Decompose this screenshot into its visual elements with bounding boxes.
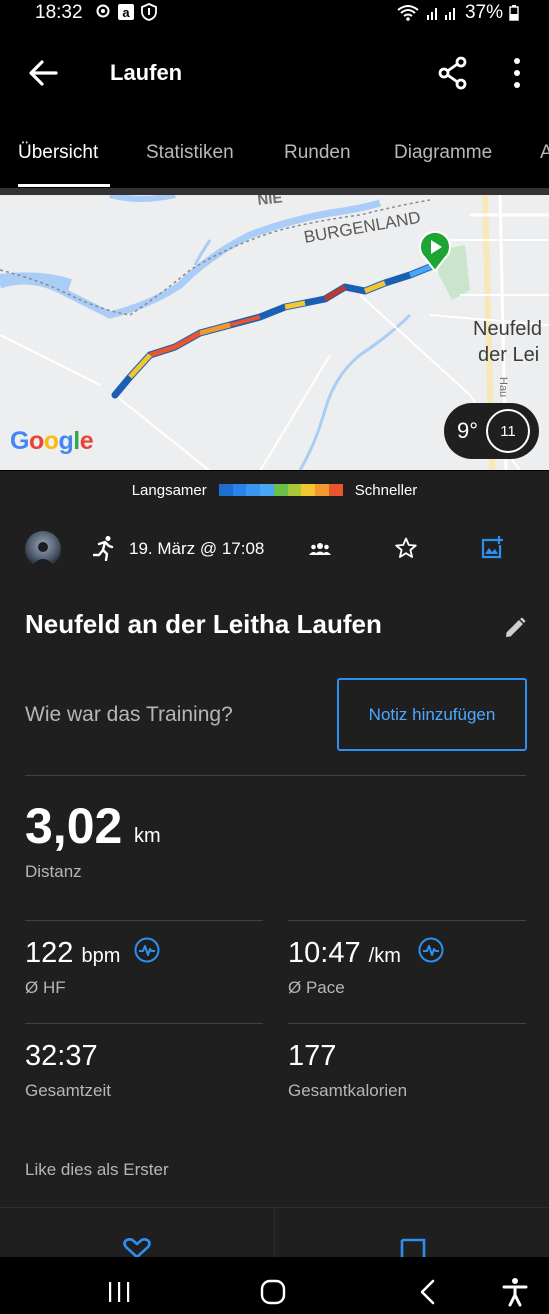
divider bbox=[25, 920, 263, 921]
pace-color-segment bbox=[218, 484, 233, 496]
activity-name: Neufeld an der Leitha Laufen bbox=[25, 609, 382, 639]
like-heart-icon[interactable] bbox=[123, 1238, 151, 1258]
calories-value: 177 bbox=[288, 1040, 337, 1072]
activity-details: 19. März @ 17:08 Neufeld an der Leitha L… bbox=[0, 509, 549, 1258]
system-nav-bar bbox=[0, 1257, 549, 1314]
heart-rate-value: 122 bbox=[25, 937, 74, 969]
pace-color-segment bbox=[260, 484, 274, 496]
avatar[interactable] bbox=[25, 531, 61, 567]
nav-back-icon[interactable] bbox=[418, 1279, 438, 1305]
map-label-street: Hau bbox=[497, 377, 509, 397]
battery-percent: 37% bbox=[464, 2, 503, 23]
amazon-app-icon: a bbox=[118, 4, 134, 20]
distance-value: 3,02 bbox=[25, 798, 123, 854]
add-note-button[interactable]: Notiz hinzufügen bbox=[337, 678, 527, 751]
training-feedback-question: Wie war das Training? bbox=[25, 703, 233, 726]
tab-laps[interactable]: Runden bbox=[284, 142, 351, 164]
tab-charts[interactable]: Diagramme bbox=[394, 142, 492, 164]
share-icon[interactable] bbox=[437, 56, 469, 90]
total-time-value: 32:37 bbox=[25, 1040, 98, 1072]
calories-label: Gesamtkalorien bbox=[288, 1081, 408, 1100]
accessibility-icon[interactable] bbox=[502, 1277, 528, 1307]
app-bar: Laufen bbox=[0, 28, 549, 120]
route-map[interactable]: NIE BURGENLAND Neufeld der Lei Hau Googl… bbox=[0, 190, 549, 470]
pace-color-segment bbox=[315, 484, 329, 496]
total-time-label: Gesamtzeit bbox=[25, 1081, 111, 1100]
pace-color-segment bbox=[246, 484, 261, 496]
distance-label: Distanz bbox=[25, 862, 82, 881]
add-photo-icon[interactable] bbox=[481, 535, 503, 559]
pace-unit: /km bbox=[368, 945, 401, 967]
avatar-silhouette-icon bbox=[31, 542, 55, 567]
pace-color-segment bbox=[232, 484, 247, 496]
heart-rate-label: Ø HF bbox=[25, 978, 66, 997]
wind-speed: 11 bbox=[500, 422, 516, 440]
running-icon bbox=[93, 536, 114, 561]
pace-chart-icon[interactable] bbox=[418, 937, 444, 963]
wifi-icon bbox=[397, 5, 419, 21]
status-time: 18:32 bbox=[35, 2, 83, 23]
map-label-town-line2: der Lei bbox=[478, 344, 539, 366]
home-icon[interactable] bbox=[260, 1279, 286, 1305]
comment-icon[interactable] bbox=[400, 1238, 426, 1258]
google-logo: Google bbox=[10, 427, 94, 455]
favorite-star-icon[interactable] bbox=[395, 537, 417, 559]
pace-color-segment bbox=[273, 484, 288, 496]
tab-overview[interactable]: Übersicht bbox=[18, 142, 98, 164]
start-pin-icon bbox=[419, 230, 451, 272]
wind-indicator: 11 bbox=[486, 409, 530, 453]
temperature-value: 9° bbox=[457, 418, 479, 443]
status-notification-icons: a bbox=[95, 3, 157, 21]
settings-gear-icon bbox=[96, 4, 110, 18]
heart-rate-chart-icon[interactable] bbox=[134, 937, 160, 963]
more-vertical-icon[interactable] bbox=[508, 56, 526, 90]
pace-color-scale bbox=[218, 484, 343, 496]
battery-icon bbox=[509, 5, 519, 21]
pace-color-segment bbox=[287, 484, 302, 496]
divider bbox=[25, 1023, 263, 1024]
security-shield-icon bbox=[141, 3, 157, 21]
heart-rate-stat: 122 bpm bbox=[25, 937, 120, 970]
signal-icon bbox=[426, 8, 455, 20]
legend-faster-label: Schneller bbox=[354, 481, 418, 499]
pace-color-segment bbox=[301, 484, 316, 496]
heart-rate-unit: bpm bbox=[81, 945, 121, 967]
edit-pencil-icon[interactable] bbox=[504, 617, 526, 639]
weather-badge[interactable]: 9° 11 bbox=[444, 403, 539, 459]
active-tab-indicator bbox=[18, 184, 110, 187]
tab-statistics[interactable]: Statistiken bbox=[146, 142, 234, 164]
tab-bar: Übersicht Statistiken Runden Diagramme A bbox=[0, 120, 549, 190]
pace-color-segment bbox=[329, 484, 343, 496]
divider bbox=[288, 920, 526, 921]
back-arrow-icon[interactable] bbox=[26, 58, 60, 88]
actions-divider bbox=[274, 1208, 275, 1258]
likes-text: Like dies als Erster bbox=[25, 1160, 169, 1179]
pace-legend: Langsamer Schneller bbox=[0, 471, 549, 509]
distance-unit: km bbox=[134, 825, 161, 847]
map-label-town-line1: Neufeld bbox=[473, 318, 542, 340]
legend-slower-label: Langsamer bbox=[131, 481, 207, 499]
pace-stat: 10:47 /km bbox=[288, 937, 401, 970]
svg-text:a: a bbox=[122, 5, 130, 20]
activity-date: 19. März @ 17:08 bbox=[129, 539, 265, 558]
activity-meta-row: 19. März @ 17:08 bbox=[25, 531, 530, 567]
tab-more-partial[interactable]: A bbox=[540, 142, 549, 164]
divider bbox=[25, 775, 526, 776]
status-right: 37% bbox=[397, 2, 519, 24]
status-bar: 18:32 a 37% bbox=[0, 0, 549, 28]
divider bbox=[288, 1023, 526, 1024]
pace-value: 10:47 bbox=[288, 937, 361, 969]
social-actions-bar bbox=[0, 1207, 549, 1258]
page-title: Laufen bbox=[110, 60, 183, 85]
pace-label: Ø Pace bbox=[288, 978, 345, 997]
recent-apps-icon[interactable] bbox=[107, 1281, 131, 1303]
group-icon[interactable] bbox=[309, 539, 331, 559]
